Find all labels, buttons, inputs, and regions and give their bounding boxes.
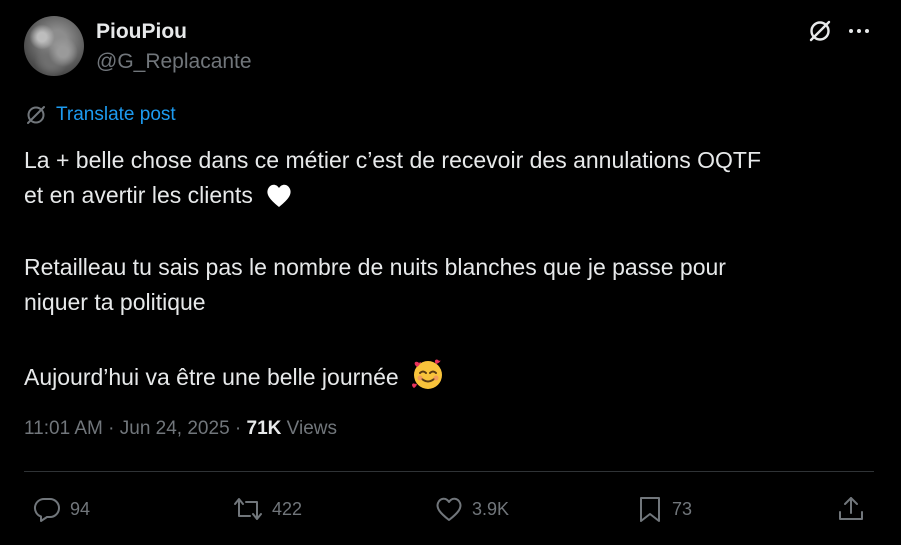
like-button[interactable]: 3.9K [434,492,509,526]
translate-post-link[interactable]: Translate post [24,102,176,128]
bookmark-count: 73 [672,498,693,519]
repost-count: 422 [272,498,303,519]
post-date[interactable]: Jun 24, 2025 [120,418,230,439]
reply-count: 94 [70,498,91,519]
post-text-line: Retailleau tu sais pas le nombre de nuit… [24,250,874,285]
translate-post-label: Translate post [56,104,176,125]
post-text: La + belle chose dans ce métier c’est de… [24,143,874,392]
divider [24,471,874,472]
post-text-segment: niquer ta politique [24,289,206,315]
repost-icon [234,498,262,520]
reply-button[interactable]: 94 [32,492,90,526]
author-handle[interactable]: @G_Replacante [96,50,252,74]
meta-separator: · [108,418,115,439]
white-heart-emoji [265,183,293,219]
heart-icon [436,497,462,521]
grok-icon [27,106,45,124]
share-button[interactable] [836,492,866,526]
share-icon [839,497,863,520]
post: PiouPiou @G_Replacante Translate post La… [0,0,901,545]
bookmark-button[interactable]: 73 [636,492,692,526]
repost-button[interactable]: 422 [232,492,302,526]
post-text-segment: La + belle chose dans ce métier c’est de… [24,147,762,173]
post-text-line: La + belle chose dans ce métier c’est de… [24,143,874,178]
post-text-line: Aujourd’hui va être une belle journée [24,357,874,392]
smiling-face-with-hearts-emoji [411,357,445,401]
author-name[interactable]: PiouPiou [96,20,187,44]
more-icon [849,29,869,33]
views-label: Views [286,418,338,439]
grok-icon [809,20,831,42]
reply-icon [33,497,60,522]
post-text-segment: et en avertir les clients [24,182,253,208]
bookmark-icon [640,497,660,522]
like-count: 3.9K [472,498,510,519]
meta-separator: · [234,418,242,439]
grok-button[interactable] [806,17,834,45]
post-text-segment: Aujourd’hui va être une belle journée [24,364,399,390]
avatar[interactable] [24,16,84,76]
post-text-line: niquer ta politique [24,285,874,320]
post-meta: 11:01 AM · Jun 24, 2025 · 71K Views [24,418,337,440]
post-time[interactable]: 11:01 AM [24,418,103,439]
post-text-segment: Retailleau tu sais pas le nombre de nuit… [24,254,726,280]
views-count[interactable]: 71K [247,418,282,439]
more-options-button[interactable] [846,17,874,45]
post-text-line: et en avertir les clients [24,178,874,213]
